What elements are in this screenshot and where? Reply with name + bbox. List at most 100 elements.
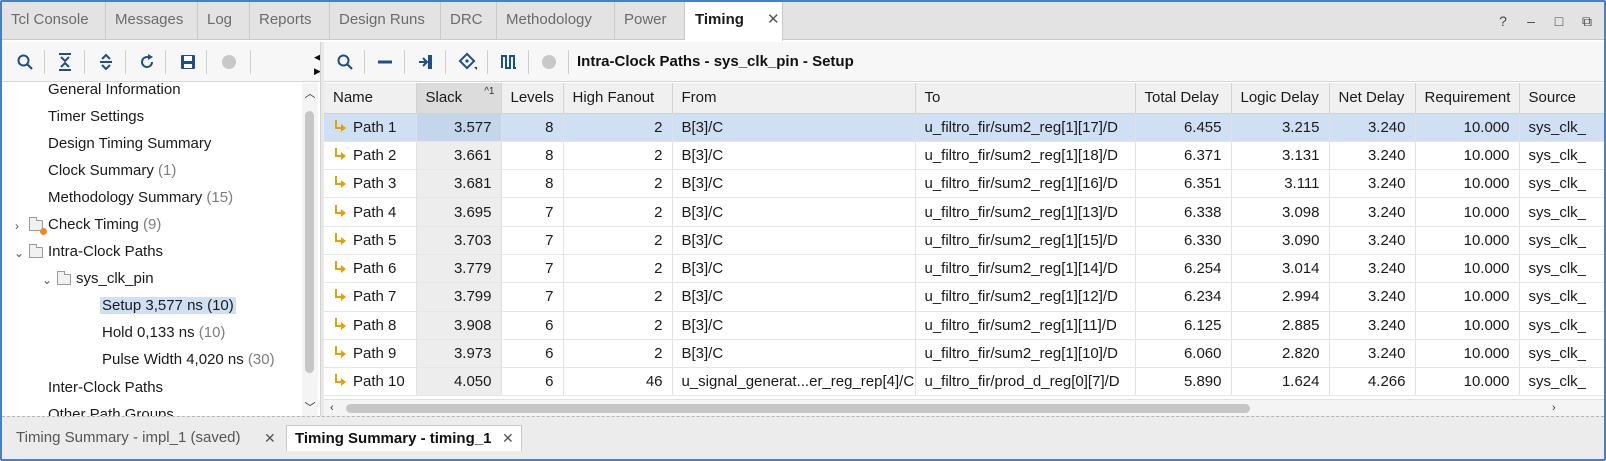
table-row[interactable]: Path 7 3.799 7 2 B[3]/C u_filtro_fir/sum2_reg… — [324, 282, 1604, 312]
timing-report-tree: General Information Timer Settings Desig… — [2, 83, 302, 416]
slack-cell: 3.779 — [416, 254, 502, 284]
tree-item-check-timing[interactable]: Check Timing (9) — [48, 212, 161, 238]
tree-item-setup[interactable]: Setup 3,577 ns (10) — [100, 293, 236, 319]
tree-item-timer-settings[interactable]: Timer Settings — [48, 104, 144, 130]
requirement-cell: 10.000 — [1415, 254, 1520, 284]
scroll-left-icon[interactable]: ‹ — [330, 400, 334, 416]
search-icon[interactable] — [332, 50, 358, 74]
tree-item-design-timing-summary[interactable]: Design Timing Summary — [48, 131, 211, 157]
column-header-slack[interactable]: Slack ^1 — [416, 83, 502, 114]
tab-tcl-console[interactable]: Tcl Console — [2, 2, 106, 40]
chevron-right-icon[interactable]: › — [15, 219, 19, 233]
levels-cell: 7 — [501, 254, 564, 284]
path-name-cell: Path 4 — [324, 197, 417, 227]
tree-item-inter-clock-paths[interactable]: Inter-Clock Paths — [48, 375, 163, 401]
refresh-icon[interactable] — [134, 50, 160, 74]
tab-timing-summary-impl-1[interactable]: Timing Summary - impl_1 (saved) — [2, 425, 270, 451]
tree-item-intra-clock-paths[interactable]: Intra-Clock Paths — [48, 239, 163, 265]
table-row[interactable]: Path 1 3.577 8 2 B[3]/C u_filtro_fir/sum2_reg… — [324, 113, 1604, 142]
logic-delay-cell: 2.994 — [1231, 282, 1330, 312]
scroll-right-icon[interactable]: › — [1552, 400, 1556, 416]
path-name-cell: Path 10 — [324, 367, 417, 397]
table-row[interactable]: Path 8 3.908 6 2 B[3]/C u_filtro_fir/sum2_reg… — [324, 311, 1604, 340]
column-header-source[interactable]: Source — [1519, 83, 1604, 114]
tab-timing-summary-timing-1[interactable]: Timing Summary - timing_1 — [286, 425, 522, 451]
search-icon[interactable] — [12, 50, 38, 74]
scroll-up-icon[interactable]: ︿ — [304, 85, 316, 101]
collapse-icon[interactable] — [372, 50, 398, 74]
table-row[interactable]: Path 2 3.661 8 2 B[3]/C u_filtro_fir/sum2_reg… — [324, 141, 1604, 171]
save-icon[interactable] — [175, 50, 201, 74]
column-header-high-fanout[interactable]: High Fanout — [563, 83, 673, 114]
tab-power[interactable]: Power — [615, 2, 685, 40]
requirement-cell: 10.000 — [1415, 226, 1520, 255]
close-icon[interactable]: ✕ — [264, 425, 276, 451]
column-header-to[interactable]: To — [915, 83, 1136, 114]
table-horizontal-scrollbar[interactable]: ‹ › — [324, 399, 1604, 416]
schematic-icon[interactable] — [455, 50, 481, 74]
table-row[interactable]: Path 3 3.681 8 2 B[3]/C u_filtro_fir/sum2_reg… — [324, 169, 1604, 199]
tree-item-other-path-groups[interactable]: Other Path Groups — [48, 402, 174, 416]
column-header-levels[interactable]: Levels — [501, 83, 564, 114]
scroll-down-icon[interactable]: ﹀ — [304, 399, 316, 415]
requirement-cell: 10.000 — [1415, 141, 1520, 171]
tree-item-clock-summary[interactable]: Clock Summary (1) — [48, 158, 176, 184]
logic-delay-cell: 3.131 — [1231, 141, 1330, 171]
tree-item-pulse-width[interactable]: Pulse Width 4,020 ns (30) — [102, 347, 275, 373]
tree-scroll-thumb[interactable] — [305, 111, 314, 373]
tree-item-sys-clk-pin[interactable]: sys_clk_pin — [76, 266, 154, 292]
levels-cell: 8 — [501, 169, 564, 199]
popout-icon[interactable]: ⧉ — [1580, 13, 1594, 30]
minimize-icon[interactable]: – — [1524, 13, 1538, 29]
toolbar-divider — [445, 50, 446, 74]
chevron-down-icon[interactable]: ⌄ — [14, 246, 24, 260]
column-header-net-delay[interactable]: Net Delay — [1329, 83, 1416, 114]
table-row[interactable]: Path 10 4.050 6 46 u_signal_generat...er_reg… — [324, 367, 1604, 397]
tree-item-general-information[interactable]: General Information — [48, 83, 181, 103]
column-header-from[interactable]: From — [672, 83, 916, 114]
tab-messages[interactable]: Messages — [106, 2, 198, 40]
timing-path-icon — [333, 204, 346, 219]
collapse-all-icon[interactable] — [52, 50, 78, 74]
chevron-down-icon[interactable]: ⌄ — [42, 273, 52, 287]
tab-reports[interactable]: Reports — [250, 2, 330, 40]
path-name: Path 1 — [353, 118, 397, 136]
close-icon[interactable]: ✕ — [502, 425, 514, 451]
tree-scrollbar[interactable]: ︿ ﹀ — [302, 83, 318, 416]
tab-design-runs[interactable]: Design Runs — [330, 2, 441, 40]
tab-log[interactable]: Log — [198, 2, 250, 40]
net-delay-cell: 3.240 — [1329, 311, 1416, 340]
path-name-cell: Path 9 — [324, 339, 417, 369]
logic-delay-cell: 2.820 — [1231, 339, 1330, 369]
help-icon[interactable]: ? — [1496, 13, 1510, 29]
column-header-logic-delay[interactable]: Logic Delay — [1231, 83, 1330, 114]
total-delay-cell: 6.234 — [1135, 282, 1232, 312]
waveform-icon[interactable] — [496, 50, 522, 74]
toolbar-divider — [568, 50, 569, 74]
column-header-total-delay[interactable]: Total Delay — [1135, 83, 1232, 114]
high-fanout-cell: 2 — [563, 311, 673, 340]
total-delay-cell: 6.330 — [1135, 226, 1232, 255]
tree-item-methodology-summary[interactable]: Methodology Summary (15) — [48, 185, 233, 211]
source-cell: sys_clk_ — [1519, 169, 1604, 199]
path-name: Path 10 — [353, 373, 405, 391]
paths-view-title: Intra-Clock Paths - sys_clk_pin - Setup — [577, 53, 854, 70]
table-row[interactable]: Path 5 3.703 7 2 B[3]/C u_filtro_fir/sum2_reg… — [324, 226, 1604, 255]
table-scroll-thumb[interactable] — [346, 404, 1250, 413]
column-header-name[interactable]: Name — [324, 83, 417, 114]
table-row[interactable]: Path 9 3.973 6 2 B[3]/C u_filtro_fir/sum2_reg… — [324, 339, 1604, 369]
table-row[interactable]: Path 6 3.779 7 2 B[3]/C u_filtro_fir/sum2_reg… — [324, 254, 1604, 284]
levels-cell: 6 — [501, 311, 564, 340]
toolbar-divider — [404, 50, 405, 74]
table-row[interactable]: Path 4 3.695 7 2 B[3]/C u_filtro_fir/sum2_reg… — [324, 197, 1604, 227]
tree-item-hold[interactable]: Hold 0,133 ns (10) — [102, 320, 225, 346]
goto-icon[interactable] — [413, 50, 439, 74]
tab-methodology[interactable]: Methodology — [497, 2, 615, 40]
to-cell: u_filtro_fir/sum2_reg[1][13]/D — [915, 197, 1136, 227]
restore-icon[interactable]: □ — [1552, 13, 1566, 29]
net-delay-cell: 3.240 — [1329, 339, 1416, 369]
column-header-requirement[interactable]: Requirement — [1415, 83, 1520, 114]
close-icon[interactable]: ✕ — [767, 2, 780, 38]
expand-all-icon[interactable] — [93, 50, 119, 74]
tab-drc[interactable]: DRC — [441, 2, 497, 40]
